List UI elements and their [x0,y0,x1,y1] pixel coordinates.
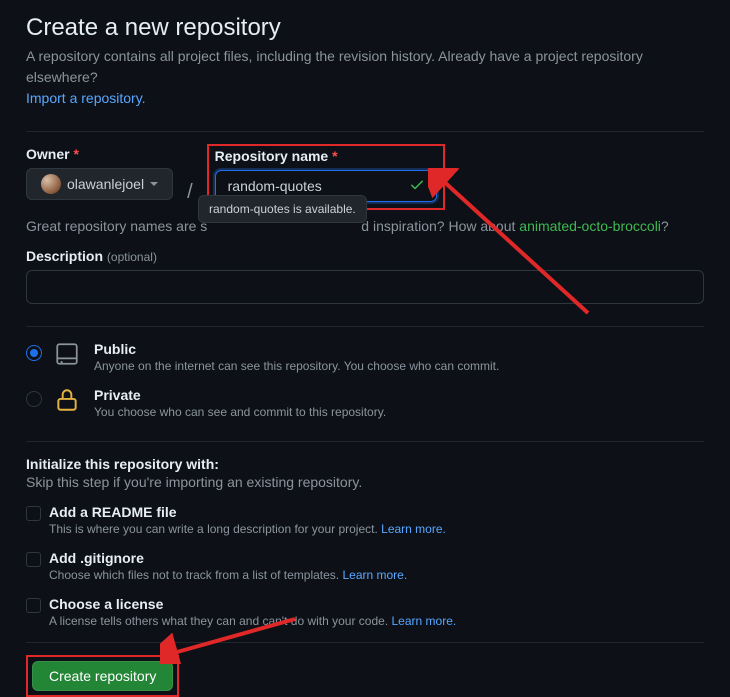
add-gitignore-desc: Choose which files not to track from a l… [49,568,407,582]
owner-dropdown[interactable]: olawanlejoel [26,168,173,200]
choose-license-desc: A license tells others what they can and… [49,614,456,628]
add-gitignore-title: Add .gitignore [49,550,407,566]
visibility-public-title: Public [94,341,499,357]
create-repository-button[interactable]: Create repository [32,661,173,691]
add-readme-checkbox[interactable] [26,506,41,521]
choose-license-checkbox[interactable] [26,598,41,613]
gitignore-learn-more-link[interactable]: Learn more. [342,568,407,582]
repo-icon [54,341,82,370]
visibility-private-title: Private [94,387,386,403]
page-subtitle: A repository contains all project files,… [26,46,704,109]
checkmark-icon [409,177,425,196]
optional-label: (optional) [107,250,157,264]
owner-username: olawanlejoel [67,176,144,192]
name-suggestion-link[interactable]: animated-octo-broccoli [519,218,661,234]
description-input[interactable] [26,270,704,304]
owner-field: Owner * olawanlejoel [26,146,173,200]
init-title: Initialize this repository with: [26,456,704,472]
required-asterisk: * [332,148,337,164]
add-gitignore-checkbox[interactable] [26,552,41,567]
visibility-private-radio[interactable] [26,391,42,407]
import-repo-link[interactable]: Import a repository. [26,90,146,106]
divider [26,642,704,643]
add-readme-title: Add a README file [49,504,446,520]
owner-repo-separator: / [187,181,193,210]
visibility-public-desc: Anyone on the internet can see this repo… [94,359,499,373]
divider [26,326,704,327]
divider [26,441,704,442]
add-readme-desc: This is where you can write a long descr… [49,522,446,536]
lock-icon [54,387,82,416]
page-title: Create a new repository [26,14,704,42]
description-label: Description [26,248,103,264]
create-button-highlighted: Create repository [26,655,179,697]
chevron-down-icon [150,182,158,186]
readme-learn-more-link[interactable]: Learn more. [381,522,446,536]
repo-name-label: Repository name [215,148,329,164]
license-learn-more-link[interactable]: Learn more. [392,614,457,628]
availability-tooltip: random-quotes is available. [198,195,367,223]
required-asterisk: * [73,146,78,162]
choose-license-title: Choose a license [49,596,456,612]
divider [26,131,704,132]
avatar [41,174,61,194]
visibility-private-desc: You choose who can see and commit to thi… [94,405,386,419]
init-subtitle: Skip this step if you're importing an ex… [26,474,704,490]
visibility-public-radio[interactable] [26,345,42,361]
owner-label: Owner [26,146,70,162]
